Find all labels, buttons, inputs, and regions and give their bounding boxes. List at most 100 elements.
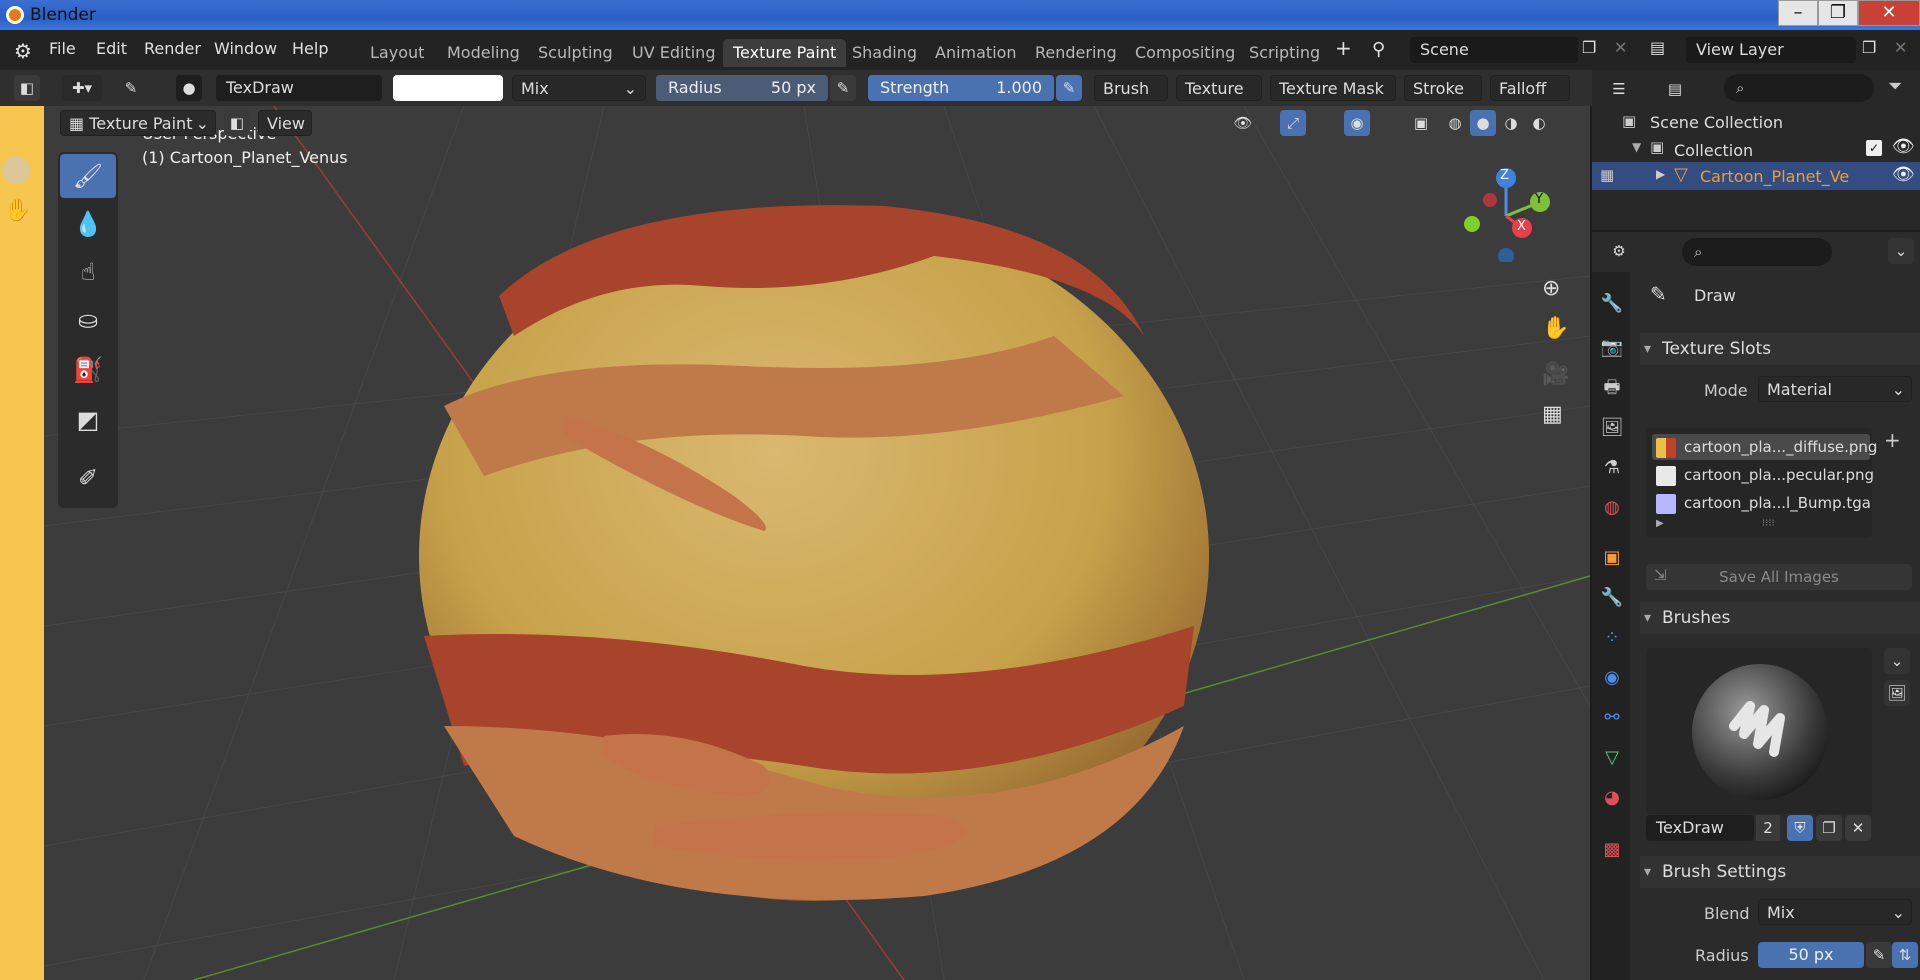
- delete-scene-icon[interactable]: ✕: [1614, 38, 1627, 57]
- texture-menu[interactable]: Texture ⌄: [1176, 75, 1262, 124]
- ortho-grid-icon[interactable]: ▦: [1542, 402, 1563, 427]
- tab-scripting[interactable]: Scripting: [1239, 39, 1330, 67]
- expand-list-icon[interactable]: ▶: [1656, 518, 1664, 529]
- brush-name-field[interactable]: TexDraw: [216, 75, 382, 101]
- scene-collection-label[interactable]: Scene Collection: [1650, 113, 1783, 132]
- brush-icon[interactable]: ✎: [118, 75, 144, 101]
- new-view-layer-icon[interactable]: ❐: [1862, 38, 1876, 57]
- solid-shading-icon[interactable]: ●: [1470, 110, 1496, 136]
- properties-editor-icon[interactable]: ⚙: [1606, 238, 1632, 264]
- view-layer-icon[interactable]: ▤: [1650, 38, 1665, 57]
- blend-dropdown[interactable]: Mix ⌄: [512, 75, 646, 101]
- physics-tab-icon[interactable]: ◉: [1600, 666, 1624, 690]
- planet-mesh[interactable]: [419, 205, 1209, 901]
- tab-shading[interactable]: Shading: [842, 39, 927, 67]
- outliner-editor-icon[interactable]: ☰: [1606, 76, 1632, 102]
- tool-tab-icon[interactable]: 🔧: [1600, 292, 1624, 316]
- gizmo-toggle-icon[interactable]: ⤢: [1280, 110, 1306, 136]
- expand-collection-icon[interactable]: ▼: [1632, 140, 1641, 154]
- minimize-button[interactable]: –: [1778, 0, 1818, 26]
- resize-handle-icon[interactable]: ⁝⁝⁝⁝: [1762, 518, 1775, 529]
- tab-compositing[interactable]: Compositing: [1125, 39, 1245, 67]
- constraints-tab-icon[interactable]: ⚯: [1600, 706, 1624, 730]
- soften-tool-icon[interactable]: 💧: [60, 202, 116, 246]
- collection-label[interactable]: Collection: [1674, 141, 1753, 160]
- texture-slot-bump[interactable]: cartoon_pla...l_Bump.tga: [1652, 490, 1871, 516]
- texture-slot-specular[interactable]: cartoon_pla...pecular.png: [1652, 462, 1874, 488]
- brushes-header[interactable]: Brushes: [1640, 602, 1920, 634]
- navigation-gizmo[interactable]: Z Y X: [1464, 162, 1564, 264]
- maximize-button[interactable]: ❐: [1818, 0, 1858, 26]
- falloff-menu[interactable]: Falloff ⌄: [1490, 75, 1570, 124]
- xray-icon[interactable]: ▣: [1408, 110, 1434, 136]
- properties-search-input[interactable]: ⌕: [1682, 238, 1832, 266]
- scene-selector-icon[interactable]: ⚲: [1372, 39, 1385, 60]
- new-scene-icon[interactable]: ❐: [1582, 38, 1596, 57]
- radius-slider[interactable]: Radius 50 px: [656, 75, 828, 101]
- camera-icon[interactable]: 🎥: [1542, 362, 1569, 387]
- menu-window[interactable]: Window: [214, 39, 277, 58]
- modifier-tab-icon[interactable]: 🔧: [1600, 586, 1624, 610]
- smear-tool-icon[interactable]: ☝: [60, 250, 116, 294]
- add-workspace-icon[interactable]: +: [1335, 36, 1352, 60]
- viewport-canvas[interactable]: [44, 106, 1590, 980]
- fake-user-shield-icon[interactable]: ⛨: [1787, 815, 1813, 841]
- mask-toggle-icon[interactable]: ◧: [224, 110, 250, 136]
- settings-blend-dropdown[interactable]: Mix ⌄: [1758, 899, 1912, 925]
- texture-slot-diffuse[interactable]: cartoon_pla..._diffuse.png: [1652, 434, 1877, 460]
- brush-users-count[interactable]: 2: [1756, 815, 1780, 841]
- duplicate-brush-icon[interactable]: ❐: [1816, 815, 1842, 841]
- annotate-tool-icon[interactable]: ✐: [60, 456, 116, 500]
- tab-layout[interactable]: Layout: [360, 39, 434, 67]
- 3d-viewport[interactable]: User Perspective (1) Cartoon_Planet_Venu…: [44, 106, 1590, 980]
- menu-edit[interactable]: Edit: [96, 39, 127, 58]
- delete-view-layer-icon[interactable]: ✕: [1894, 38, 1907, 57]
- rendered-shading-icon[interactable]: ◐: [1526, 110, 1552, 136]
- view-menu[interactable]: View: [258, 110, 312, 136]
- material-tab-icon[interactable]: ◕: [1600, 786, 1624, 810]
- add-slot-icon[interactable]: +: [1884, 428, 1901, 452]
- expand-object-icon[interactable]: ▶: [1656, 167, 1665, 181]
- tab-animation[interactable]: Animation: [925, 39, 1027, 67]
- pan-hand-icon[interactable]: ✋: [1542, 316, 1569, 341]
- mode-dropdown[interactable]: ▦ Texture Paint ⌄: [60, 110, 216, 136]
- brush-datablock-name[interactable]: TexDraw: [1646, 815, 1754, 841]
- brush-browse-icon[interactable]: ●: [176, 75, 202, 101]
- filter-icon[interactable]: ⏷: [1888, 76, 1902, 97]
- outliner-search-input[interactable]: ⌕: [1724, 74, 1874, 102]
- settings-radius-pressure-icon[interactable]: ✎: [1866, 942, 1892, 968]
- zoom-icon[interactable]: ⊕: [1542, 276, 1560, 301]
- object-visibility-icon[interactable]: 👁: [1892, 164, 1915, 185]
- save-all-images-button[interactable]: Save All Images: [1646, 564, 1912, 590]
- strength-pressure-icon[interactable]: ✎: [1056, 75, 1082, 101]
- render-tab-icon[interactable]: 📷: [1600, 336, 1624, 360]
- output-tab-icon[interactable]: 🖶: [1600, 376, 1624, 400]
- tool-settings-icon[interactable]: ◧: [14, 75, 40, 101]
- orbit-icon[interactable]: [2, 156, 30, 184]
- object-name-label[interactable]: Cartoon_Planet_Venu: [1700, 167, 1850, 186]
- tab-texture-paint[interactable]: Texture Paint: [723, 39, 847, 67]
- tab-rendering[interactable]: Rendering: [1025, 39, 1127, 67]
- clone-tool-icon[interactable]: ⛀: [60, 298, 116, 342]
- data-tab-icon[interactable]: ▽: [1600, 746, 1624, 770]
- texture-mask-menu[interactable]: Texture Mask ⌄: [1270, 75, 1396, 124]
- menu-help[interactable]: Help: [292, 39, 328, 58]
- brush-color-swatch[interactable]: [393, 75, 503, 101]
- hand-icon[interactable]: ✋: [4, 198, 31, 223]
- texture-tab-icon[interactable]: ▩: [1600, 838, 1624, 862]
- radius-unit-icon[interactable]: ⇅: [1892, 942, 1918, 968]
- tab-uv-editing[interactable]: UV Editing: [622, 39, 725, 67]
- display-mode-icon[interactable]: ▤: [1662, 76, 1688, 102]
- brush-menu[interactable]: Brush ⌄: [1094, 75, 1168, 124]
- radius-pressure-icon[interactable]: ✎: [830, 75, 856, 101]
- tool-icon[interactable]: ✚▾: [62, 75, 102, 101]
- texture-slots-header[interactable]: Texture Slots: [1640, 333, 1920, 365]
- draw-tool-icon[interactable]: 🖌: [60, 154, 116, 198]
- brush-menu-icon[interactable]: ⌄: [1884, 648, 1910, 674]
- settings-radius-slider[interactable]: 50 px: [1758, 942, 1864, 968]
- collection-checkbox[interactable]: ✓: [1866, 140, 1882, 156]
- view-layer-tab-icon[interactable]: 🖼: [1600, 416, 1624, 440]
- menu-file[interactable]: File: [49, 39, 76, 58]
- particles-tab-icon[interactable]: ⁘: [1600, 626, 1624, 650]
- properties-options-icon[interactable]: ⌄: [1888, 238, 1914, 264]
